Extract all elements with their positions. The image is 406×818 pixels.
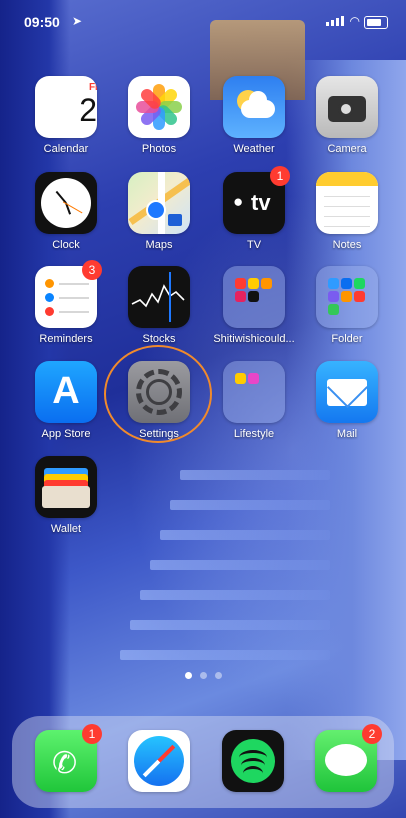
app-label: Clock (52, 239, 80, 251)
app-label: Calendar (43, 143, 89, 155)
page-dot[interactable] (199, 672, 207, 679)
clock-icon (35, 172, 97, 234)
page-dot[interactable] (214, 672, 222, 679)
app-stocks[interactable]: Stocks (117, 266, 201, 345)
notification-badge: 1 (270, 166, 290, 186)
wifi-icon: ◠ (349, 14, 360, 28)
safari-compass-icon (128, 730, 190, 792)
notification-badge: 1 (82, 724, 102, 744)
dock-app-phone[interactable]: 1 ✆ (24, 724, 108, 792)
maps-icon (128, 172, 190, 234)
notes-icon (316, 172, 378, 234)
dock-app-messages[interactable]: 2 (304, 724, 388, 792)
app-wallet[interactable]: Wallet (24, 456, 108, 535)
folder-icon (316, 266, 378, 328)
app-weather[interactable]: Weather (212, 76, 296, 155)
wallpaper-stair (120, 650, 330, 660)
battery-icon (364, 16, 388, 29)
app-label: Settings (139, 428, 179, 440)
app-app-store[interactable]: A App Store (24, 361, 108, 440)
camera-icon (316, 76, 378, 138)
app-label: Weather (233, 143, 275, 155)
app-notes[interactable]: Notes (305, 172, 389, 251)
app-photos[interactable]: Photos (117, 76, 201, 155)
folder-shitiwishicould[interactable]: Shitiwishicould... (212, 266, 296, 345)
app-label: Lifestyle (233, 428, 275, 440)
app-label: Photos (141, 143, 177, 155)
app-label: Maps (145, 239, 173, 251)
app-mail[interactable]: Mail (305, 361, 389, 440)
app-reminders[interactable]: 3 Reminders (24, 260, 108, 345)
app-tv[interactable]: 1 ● tv TV (212, 166, 296, 251)
wallpaper-stair (140, 590, 330, 600)
spotify-icon (222, 730, 284, 792)
calendar-icon: FRI 27 (35, 76, 97, 138)
folder-folder[interactable]: Folder (305, 266, 389, 345)
page-indicator[interactable] (0, 672, 406, 679)
app-clock[interactable]: Clock (24, 172, 108, 251)
mail-envelope-icon (316, 361, 378, 423)
status-bar: 09:50 ➤ ◠ (0, 10, 406, 34)
app-store-icon: A (35, 361, 97, 423)
page-dot[interactable] (184, 672, 192, 679)
cellular-signal-icon (326, 16, 344, 26)
app-label: Stocks (142, 333, 176, 345)
app-settings[interactable]: Settings (117, 361, 201, 440)
wallpaper-stair (150, 560, 330, 570)
wallpaper-stair (170, 500, 330, 510)
app-label: Folder (331, 333, 363, 345)
location-arrow-icon: ➤ (72, 14, 83, 28)
stocks-icon (128, 266, 190, 328)
app-label: Camera (327, 143, 367, 155)
app-camera[interactable]: Camera (305, 76, 389, 155)
wallpaper-stair (180, 470, 330, 480)
app-maps[interactable]: Maps (117, 172, 201, 251)
wallpaper-stair (160, 530, 330, 540)
wallet-icon (35, 456, 97, 518)
app-label: Mail (336, 428, 358, 440)
photos-icon (128, 76, 190, 138)
app-label: Reminders (39, 333, 93, 345)
app-label: TV (246, 239, 262, 251)
weather-icon (223, 76, 285, 138)
status-time: 09:50 (24, 14, 60, 30)
app-label: Notes (332, 239, 362, 251)
notification-badge: 2 (362, 724, 382, 744)
dock: 1 ✆ 2 (12, 716, 394, 808)
folder-icon (223, 361, 285, 423)
app-label: Wallet (50, 523, 82, 535)
dock-app-safari[interactable] (117, 730, 201, 792)
wallpaper-stair (130, 620, 330, 630)
tv-icon-text: tv (251, 190, 271, 215)
notification-badge: 3 (82, 260, 102, 280)
dock-app-spotify[interactable] (211, 730, 295, 792)
folder-icon (223, 266, 285, 328)
calendar-day: 27 (79, 92, 97, 128)
apple-logo-icon: ● (233, 192, 244, 211)
home-screen: 09:50 ➤ ◠ FRI 27 Calendar Photos (0, 0, 406, 818)
app-label: App Store (41, 428, 91, 440)
folder-lifestyle[interactable]: Lifestyle (212, 361, 296, 440)
app-label: Shitiwishicould... (213, 333, 295, 345)
app-calendar[interactable]: FRI 27 Calendar (24, 76, 108, 155)
settings-gear-icon (128, 361, 190, 423)
